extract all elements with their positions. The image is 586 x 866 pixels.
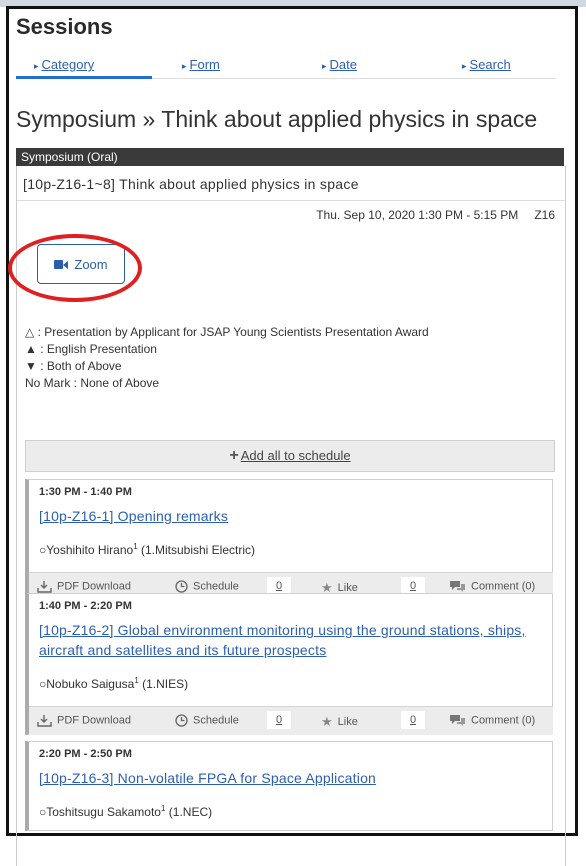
like-label: Like bbox=[337, 715, 358, 728]
session-date-time: Thu. Sep 10, 2020 1:30 PM - 5:15 PM bbox=[316, 208, 519, 222]
pdf-download-button[interactable]: PDF Download bbox=[37, 580, 131, 593]
tab-form-label: Form bbox=[189, 57, 220, 72]
author-affiliation: (1.NEC) bbox=[165, 805, 213, 819]
clock-icon bbox=[175, 580, 188, 593]
pdf-download-label: PDF Download bbox=[57, 580, 131, 593]
plus-icon: + bbox=[229, 447, 239, 464]
talk-time: 1:30 PM - 1:40 PM bbox=[39, 486, 132, 498]
tab-category-label: Category bbox=[41, 57, 95, 72]
page-heading: Symposium » Think about applied physics … bbox=[16, 106, 538, 132]
clock-icon bbox=[175, 714, 188, 727]
talk-actions: PDF Download Schedule 0 ★ Like 0 Comment … bbox=[29, 706, 553, 735]
tab-date-label: Date bbox=[329, 57, 357, 72]
star-icon: ★ bbox=[321, 714, 333, 729]
schedule-label: Schedule bbox=[193, 714, 239, 727]
add-all-to-schedule-button[interactable]: + Add all to schedule bbox=[25, 440, 555, 472]
session-room: Z16 bbox=[534, 208, 555, 222]
like-count[interactable]: 0 bbox=[401, 711, 425, 729]
download-icon bbox=[37, 715, 52, 727]
schedule-label: Schedule bbox=[193, 580, 239, 593]
tab-date[interactable]: ▸ Date bbox=[322, 57, 357, 72]
talk-time: 1:40 PM - 2:20 PM bbox=[39, 600, 132, 612]
tab-form[interactable]: ▸ Form bbox=[182, 57, 220, 72]
schedule-button[interactable]: Schedule bbox=[175, 714, 239, 727]
talk-card: 1:40 PM - 2:20 PM [10p-Z16-2] Global env… bbox=[25, 593, 553, 735]
schedule-button[interactable]: Schedule bbox=[175, 580, 239, 593]
comment-button[interactable]: Comment (0) bbox=[449, 580, 535, 593]
author-affiliation: (1.NIES) bbox=[138, 677, 189, 691]
triangle-right-icon: ▸ bbox=[322, 61, 327, 71]
talk-author: ○Yoshihito Hirano1 (1.Mitsubishi Electri… bbox=[39, 542, 255, 557]
session-panel: [10p-Z16-1~8] Think about applied physic… bbox=[8, 166, 566, 866]
author-name: ○Toshitsugu Sakamoto bbox=[39, 805, 161, 819]
active-tab-indicator bbox=[16, 76, 152, 79]
highlight-circle bbox=[8, 234, 142, 302]
schedule-count[interactable]: 0 bbox=[267, 711, 291, 729]
like-button[interactable]: ★ Like bbox=[321, 714, 358, 730]
tab-search[interactable]: ▸ Search bbox=[462, 57, 511, 72]
divider bbox=[17, 200, 565, 201]
author-name: ○Yoshihito Hirano bbox=[39, 543, 134, 557]
session-code-title: [10p-Z16-1~8] Think about applied physic… bbox=[23, 176, 359, 192]
legend-item: ▲ : English Presentation bbox=[25, 342, 157, 356]
comment-label: Comment (0) bbox=[471, 714, 536, 727]
legend: △ : Presentation by Applicant for JSAP Y… bbox=[25, 324, 429, 392]
talk-card: 2:20 PM - 2:50 PM [10p-Z16-3] Non-volati… bbox=[25, 741, 553, 831]
comment-button[interactable]: Comment (0) bbox=[449, 714, 535, 727]
sessions-title: Sessions bbox=[16, 14, 113, 39]
tab-bar: ▸ Category ▸ Form ▸ Date ▸ Search bbox=[16, 52, 556, 79]
triangle-right-icon: ▸ bbox=[34, 61, 39, 71]
tab-category[interactable]: ▸ Category bbox=[34, 57, 94, 72]
talk-author: ○Toshitsugu Sakamoto1 (1.NEC) bbox=[39, 804, 212, 819]
talk-title-link[interactable]: [10p-Z16-2] Global environment monitorin… bbox=[39, 620, 539, 660]
talk-title-link[interactable]: [10p-Z16-3] Non-volatile FPGA for Space … bbox=[39, 768, 376, 788]
add-all-label: Add all to schedule bbox=[240, 448, 351, 463]
author-name: ○Nobuko Saigusa bbox=[39, 677, 135, 691]
legend-item: △ : Presentation by Applicant for JSAP Y… bbox=[25, 325, 429, 339]
triangle-right-icon: ▸ bbox=[462, 61, 467, 71]
download-icon bbox=[37, 581, 52, 593]
session-type-bar: Symposium (Oral) bbox=[16, 148, 564, 166]
pdf-download-button[interactable]: PDF Download bbox=[37, 714, 131, 727]
pdf-download-label: PDF Download bbox=[57, 714, 131, 727]
comment-label: Comment (0) bbox=[471, 580, 536, 593]
talk-card: 1:30 PM - 1:40 PM [10p-Z16-1] Opening re… bbox=[25, 479, 553, 601]
talk-title-link[interactable]: [10p-Z16-1] Opening remarks bbox=[39, 506, 228, 526]
talk-time: 2:20 PM - 2:50 PM bbox=[39, 748, 132, 760]
comment-icon bbox=[450, 715, 465, 726]
tab-search-label: Search bbox=[469, 57, 511, 72]
comment-icon bbox=[450, 581, 465, 592]
legend-item: ▼ : Both of Above bbox=[25, 359, 122, 373]
author-affiliation: (1.Mitsubishi Electric) bbox=[137, 543, 256, 557]
triangle-right-icon: ▸ bbox=[182, 61, 187, 71]
talk-author: ○Nobuko Saigusa1 (1.NIES) bbox=[39, 676, 188, 691]
session-datetime: Thu. Sep 10, 2020 1:30 PM - 5:15 PM Z16 bbox=[316, 208, 555, 222]
legend-item: No Mark : None of Above bbox=[25, 376, 160, 390]
